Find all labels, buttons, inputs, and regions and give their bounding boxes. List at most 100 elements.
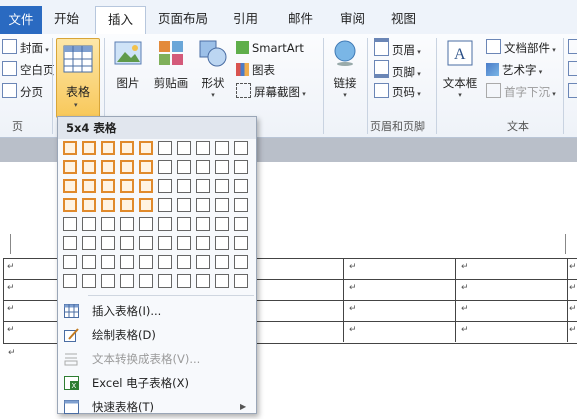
signature-line-icon[interactable] [568, 38, 577, 58]
grid-cell[interactable] [82, 236, 96, 250]
grid-cell[interactable] [177, 198, 191, 212]
grid-cell[interactable] [120, 179, 134, 193]
grid-cell[interactable] [139, 141, 153, 155]
grid-cell[interactable] [139, 236, 153, 250]
grid-cell[interactable] [82, 274, 96, 288]
grid-cell[interactable] [63, 160, 77, 174]
grid-cell[interactable] [215, 274, 229, 288]
draw-table-menu-item[interactable]: 绘制表格(D) [58, 323, 256, 347]
tab-mailings[interactable]: 邮件 [288, 7, 313, 31]
object-icon[interactable] [568, 82, 577, 102]
grid-cell[interactable] [158, 160, 172, 174]
grid-cell[interactable] [63, 236, 77, 250]
convert-text-to-table-menu-item[interactable]: 文本转换成表格(V)... [58, 347, 256, 371]
textbox-button[interactable]: A 文本框 ▾ [440, 38, 480, 99]
grid-cell[interactable] [177, 217, 191, 231]
clipart-button[interactable]: 剪贴画 [150, 38, 192, 91]
grid-cell[interactable] [139, 274, 153, 288]
grid-cell[interactable] [196, 160, 210, 174]
tab-insert[interactable]: 插入 [95, 6, 147, 35]
grid-cell[interactable] [120, 141, 134, 155]
grid-cell[interactable] [158, 236, 172, 250]
grid-cell[interactable] [234, 198, 248, 212]
grid-cell[interactable] [82, 141, 96, 155]
grid-cell[interactable] [82, 198, 96, 212]
blank-page-button[interactable]: 空白页 [2, 60, 55, 80]
picture-button[interactable]: 图片 [110, 38, 146, 91]
links-button[interactable]: 链接 ▾ [328, 38, 362, 99]
grid-cell[interactable] [196, 141, 210, 155]
excel-spreadsheet-menu-item[interactable]: X Excel 电子表格(X) [58, 371, 256, 395]
grid-cell[interactable] [101, 236, 115, 250]
tab-page-layout[interactable]: 页面布局 [158, 7, 208, 31]
grid-cell[interactable] [158, 198, 172, 212]
grid-cell[interactable] [82, 217, 96, 231]
grid-cell[interactable] [196, 274, 210, 288]
grid-cell[interactable] [101, 217, 115, 231]
tab-file[interactable]: 文件 [0, 6, 42, 34]
grid-cell[interactable] [120, 274, 134, 288]
grid-cell[interactable] [82, 255, 96, 269]
screenshot-button[interactable]: 屏幕截图 ▾ [236, 82, 306, 102]
grid-cell[interactable] [101, 141, 115, 155]
date-time-icon[interactable] [568, 60, 577, 80]
grid-cell[interactable] [120, 198, 134, 212]
grid-cell[interactable] [177, 236, 191, 250]
header-button[interactable]: 页眉 ▾ [374, 38, 421, 58]
grid-cell[interactable] [158, 179, 172, 193]
drop-cap-button[interactable]: 首字下沉 ▾ [486, 82, 556, 102]
grid-cell[interactable] [101, 160, 115, 174]
grid-cell[interactable] [63, 179, 77, 193]
tab-view[interactable]: 视图 [391, 7, 416, 31]
grid-cell[interactable] [234, 274, 248, 288]
grid-cell[interactable] [139, 255, 153, 269]
grid-cell[interactable] [63, 255, 77, 269]
grid-cell[interactable] [215, 236, 229, 250]
wordart-button[interactable]: 艺术字 ▾ [486, 60, 542, 80]
cover-page-button[interactable]: 封面 ▾ [2, 38, 49, 58]
grid-cell[interactable] [63, 274, 77, 288]
grid-cell[interactable] [215, 179, 229, 193]
grid-cell[interactable] [196, 255, 210, 269]
grid-cell[interactable] [234, 255, 248, 269]
table-button[interactable]: 表格 ▾ [56, 38, 100, 118]
grid-cell[interactable] [215, 255, 229, 269]
grid-cell[interactable] [215, 160, 229, 174]
grid-cell[interactable] [101, 255, 115, 269]
grid-cell[interactable] [177, 255, 191, 269]
grid-cell[interactable] [101, 198, 115, 212]
grid-cell[interactable] [196, 198, 210, 212]
grid-cell[interactable] [196, 179, 210, 193]
smartart-button[interactable]: SmartArt [236, 38, 304, 58]
grid-cell[interactable] [234, 217, 248, 231]
chart-button[interactable]: 图表 [236, 60, 275, 80]
grid-cell[interactable] [120, 236, 134, 250]
grid-cell[interactable] [177, 179, 191, 193]
grid-cell[interactable] [139, 160, 153, 174]
footer-button[interactable]: 页脚 ▾ [374, 60, 421, 80]
grid-cell[interactable] [82, 160, 96, 174]
grid-cell[interactable] [234, 236, 248, 250]
tab-home[interactable]: 开始 [54, 7, 79, 31]
grid-cell[interactable] [63, 198, 77, 212]
grid-cell[interactable] [139, 198, 153, 212]
tab-references[interactable]: 引用 [233, 7, 258, 31]
grid-cell[interactable] [63, 217, 77, 231]
grid-cell[interactable] [120, 217, 134, 231]
insert-table-menu-item[interactable]: 插入表格(I)... [58, 299, 256, 323]
grid-cell[interactable] [234, 141, 248, 155]
grid-cell[interactable] [177, 274, 191, 288]
grid-cell[interactable] [139, 179, 153, 193]
grid-cell[interactable] [139, 217, 153, 231]
grid-cell[interactable] [196, 217, 210, 231]
grid-cell[interactable] [234, 160, 248, 174]
quick-tables-menu-item[interactable]: 快速表格(T) ▶ [58, 395, 256, 419]
page-break-button[interactable]: 分页 [2, 82, 43, 102]
tab-review[interactable]: 审阅 [340, 7, 365, 31]
grid-cell[interactable] [158, 141, 172, 155]
grid-cell[interactable] [120, 160, 134, 174]
grid-cell[interactable] [215, 198, 229, 212]
grid-cell[interactable] [234, 179, 248, 193]
grid-cell[interactable] [120, 255, 134, 269]
grid-cell[interactable] [82, 179, 96, 193]
